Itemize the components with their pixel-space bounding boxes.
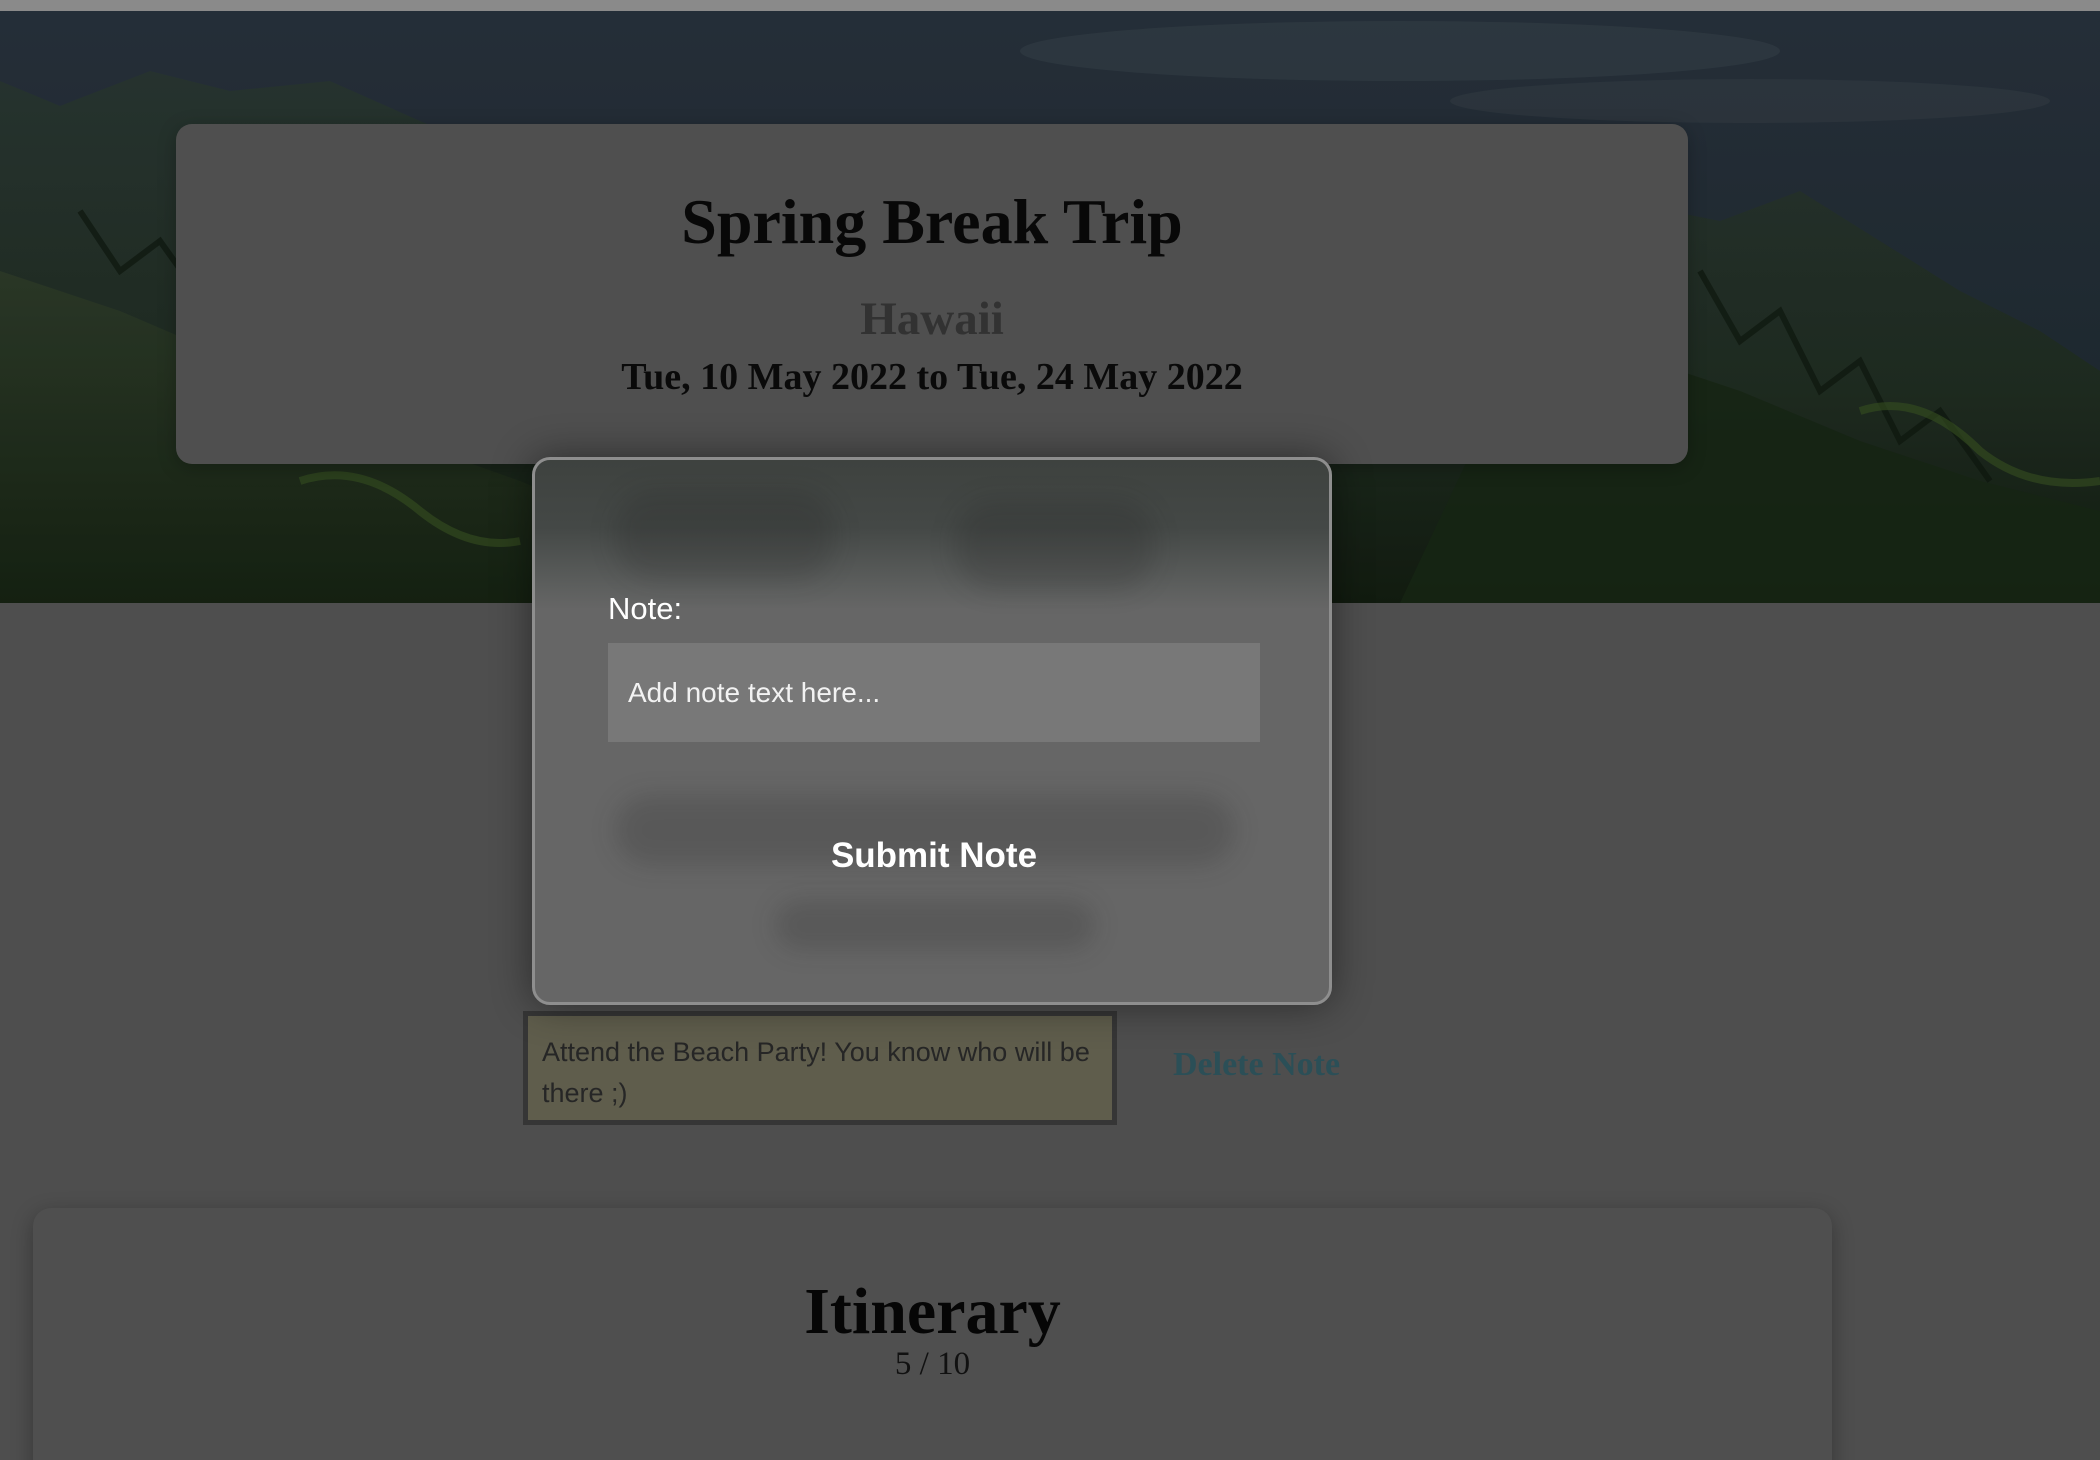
submit-note-button[interactable]: Submit Note (608, 826, 1260, 886)
trip-destination: Hawaii (860, 293, 1004, 345)
note-label: Note: (608, 591, 683, 626)
blur-shape (615, 490, 835, 580)
add-note-modal: Note: Submit Note (532, 457, 1332, 1005)
delete-note-link[interactable]: Delete Note (1173, 1046, 1340, 1084)
trip-dates: Tue, 10 May 2022 to Tue, 24 May 2022 (621, 356, 1243, 398)
itinerary-title: Itinerary (804, 1275, 1061, 1348)
note-item: Attend the Beach Party! You know who wil… (523, 1011, 1117, 1125)
top-bar (0, 0, 2100, 11)
trip-header-card: Spring Break Trip Hawaii Tue, 10 May 202… (176, 124, 1688, 464)
itinerary-count: 5 / 10 (894, 1346, 971, 1382)
itinerary-card: Itinerary 5 / 10 (33, 1208, 1832, 1460)
trip-title: Spring Break Trip (681, 186, 1183, 257)
trip-page: Spring Break Trip Hawaii Tue, 10 May 202… (0, 0, 2100, 1460)
note-text-input[interactable] (608, 643, 1260, 742)
blur-shape (955, 500, 1155, 590)
blur-shape (775, 900, 1095, 950)
